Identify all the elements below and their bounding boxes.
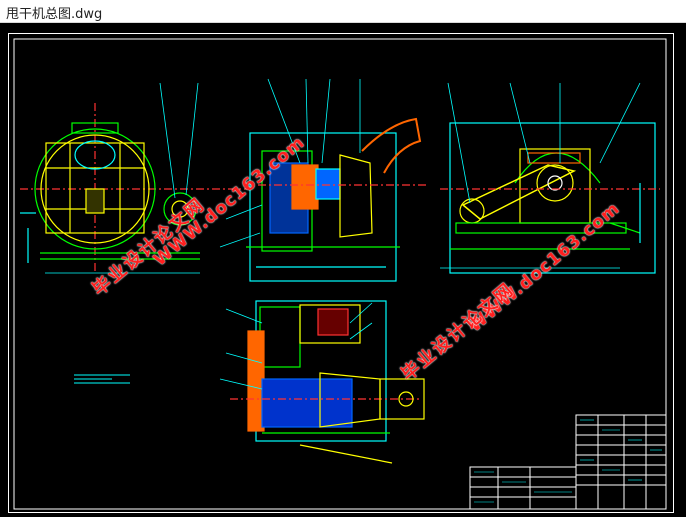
cad-drawing-canvas[interactable]: WWW.doc163.com 毕业设计论文网 WWW.doc163.com 毕业… [0, 23, 686, 517]
title-block [469, 414, 667, 510]
technical-note [74, 374, 130, 384]
title-block-text-marks [474, 419, 662, 503]
view-bottom-section [219, 300, 425, 464]
view-right-belt-drive [440, 82, 660, 274]
window-title: 甩干机总图.dwg [6, 7, 103, 22]
window-titlebar: 甩干机总图.dwg [0, 0, 686, 23]
